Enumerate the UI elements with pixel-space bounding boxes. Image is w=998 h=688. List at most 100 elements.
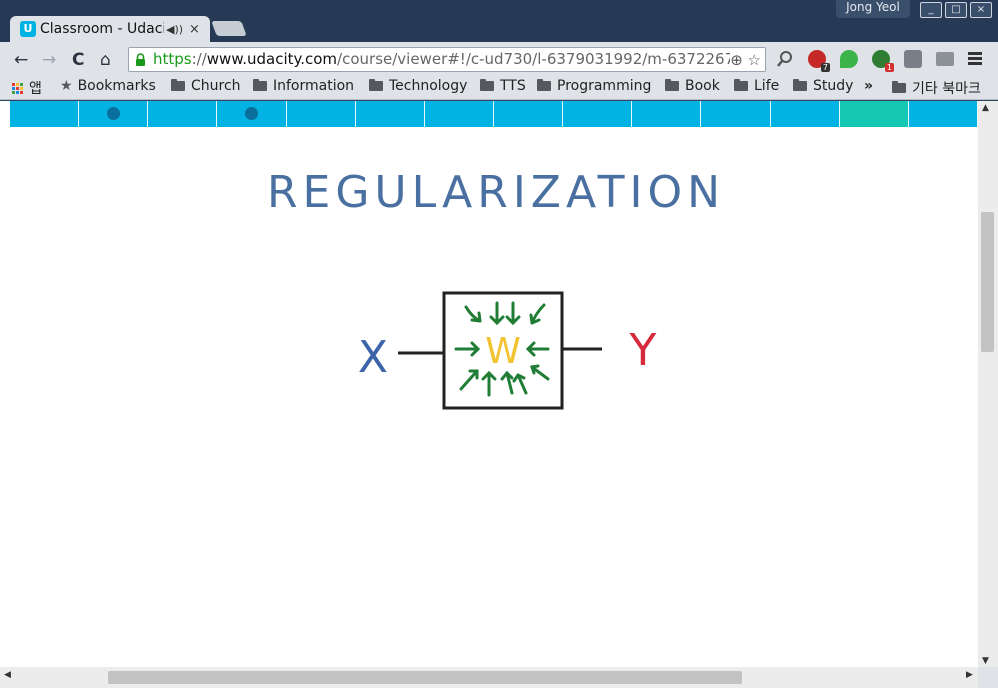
folder-icon <box>665 79 679 91</box>
bookmark-label: 기타 북마크 <box>912 81 981 97</box>
bookmark-bookmarks[interactable]: ★ Bookmarks <box>60 78 156 94</box>
evernote-extension-icon[interactable] <box>840 50 858 68</box>
arrow-top-left <box>464 305 482 323</box>
folder-icon <box>171 79 185 91</box>
toolbar: ← → C ⌂ https://www.udacity.com/course/v… <box>0 42 998 76</box>
adblock-extension-icon[interactable]: 7 <box>808 50 830 72</box>
arrow-right <box>525 341 550 357</box>
back-arrow-icon[interactable]: ← <box>14 50 28 70</box>
tab-title: Classroom - Udacity <box>40 21 164 37</box>
scroll-left-icon[interactable]: ◀ <box>4 670 11 680</box>
tab-close-icon[interactable]: × <box>189 22 200 37</box>
visited-dot-icon <box>245 107 259 120</box>
progress-segment[interactable] <box>839 101 909 127</box>
output-y-label: Y <box>629 325 657 376</box>
arrow-bottom-left <box>459 369 479 391</box>
progress-segment[interactable] <box>425 101 494 127</box>
progress-segment[interactable] <box>701 101 771 127</box>
folder-icon <box>734 79 748 91</box>
lock-icon <box>136 53 145 66</box>
bookmark-life[interactable]: Life <box>734 78 779 94</box>
bookmark-tts[interactable]: TTS <box>480 78 526 94</box>
folder-icon <box>369 79 383 91</box>
maximize-icon[interactable]: □ <box>945 2 967 18</box>
bookmark-study[interactable]: Study <box>793 78 853 94</box>
url-separator: :// <box>191 50 207 68</box>
bookmark-label: Life <box>754 78 780 94</box>
bookmarks-bar: 앱 ★ Bookmarks Church Information Technol… <box>0 76 998 100</box>
speaker-icon: ◀)) <box>166 22 184 36</box>
horizontal-scroll-thumb[interactable] <box>108 671 742 684</box>
scroll-down-icon[interactable]: ▼ <box>982 656 989 666</box>
tools-extension-icon[interactable] <box>936 52 954 66</box>
bookmark-apps[interactable]: 앱 <box>12 78 42 98</box>
screenshot-extension-icon[interactable] <box>904 50 922 68</box>
reload-icon[interactable]: C <box>72 50 84 70</box>
arrow-top-1 <box>489 301 505 326</box>
scroll-right-icon[interactable]: ▶ <box>966 670 973 680</box>
vertical-scroll-thumb[interactable] <box>981 212 994 352</box>
arrow-bottom-2 <box>500 370 514 395</box>
minimize-icon[interactable]: _ <box>920 2 942 18</box>
download-extension-icon[interactable]: 1 <box>872 50 894 72</box>
arrow-bottom-right <box>530 364 550 381</box>
apps-grid-icon <box>12 82 23 94</box>
bookmark-label: Information <box>273 78 355 94</box>
bookmark-church[interactable]: Church <box>171 78 241 94</box>
bookmark-label: Study <box>813 78 854 94</box>
scrollbar-corner <box>978 667 998 688</box>
arrow-top-right <box>529 303 546 325</box>
folder-icon <box>253 79 267 91</box>
bookmark-apps-label: 앱 <box>29 81 42 97</box>
address-bar[interactable]: https://www.udacity.com/course/viewer#!/… <box>128 47 766 72</box>
progress-segment[interactable] <box>79 101 149 127</box>
progress-segment[interactable] <box>217 101 287 127</box>
forward-arrow-icon[interactable]: → <box>42 50 56 70</box>
progress-segment[interactable] <box>287 101 356 127</box>
page-content: REGULARIZATION X Y W <box>0 101 978 667</box>
url-path: /course/viewer#!/c-ud730/l-6379031992/m-… <box>337 50 744 68</box>
bookmark-information[interactable]: Information <box>253 78 354 94</box>
zoom-icon[interactable]: ⊕ <box>730 51 743 69</box>
folder-icon <box>537 79 551 91</box>
vertical-scrollbar[interactable] <box>978 101 998 667</box>
progress-segment[interactable] <box>10 101 80 127</box>
chrome-menu-icon[interactable] <box>968 52 982 67</box>
profile-badge[interactable]: Jong Yeol <box>836 0 910 18</box>
bookmark-star-icon[interactable]: ☆ <box>748 51 761 69</box>
tab-classroom[interactable]: U Classroom - Udacity ◀)) × <box>10 16 210 42</box>
bookmark-label: Technology <box>389 78 468 94</box>
scroll-up-icon[interactable]: ▲ <box>982 103 989 113</box>
bookmark-technology[interactable]: Technology <box>369 78 467 94</box>
visited-dot-icon <box>107 107 121 120</box>
browser-window: U Classroom - Udacity ◀)) × Jong Yeol _ … <box>0 0 998 688</box>
input-x-label: X <box>358 332 388 383</box>
progress-segment[interactable] <box>632 101 702 127</box>
bookmark-other[interactable]: 기타 북마크 <box>892 78 981 98</box>
bookmark-book[interactable]: Book <box>665 78 720 94</box>
new-tab-button[interactable] <box>211 21 247 36</box>
folder-icon <box>480 79 494 91</box>
bookmark-label: Programming <box>557 78 652 94</box>
progress-segment[interactable] <box>771 101 840 127</box>
close-window-icon[interactable]: × <box>970 2 992 18</box>
star-icon: ★ <box>60 78 73 94</box>
bookmark-programming[interactable]: Programming <box>537 78 651 94</box>
sketch-title: REGULARIZATION <box>267 167 725 218</box>
weight-w-label: W <box>485 331 521 372</box>
bookmark-label: Book <box>685 78 720 94</box>
bookmark-overflow-button[interactable]: » <box>864 78 873 94</box>
arrow-bottom-3 <box>512 373 528 395</box>
arrow-left <box>454 341 481 357</box>
bookmark-label: Church <box>191 78 241 94</box>
progress-segment[interactable] <box>563 101 633 127</box>
progress-segment[interactable] <box>494 101 564 127</box>
progress-segment[interactable] <box>148 101 218 127</box>
arrow-top-2 <box>505 301 521 326</box>
progress-segment[interactable] <box>356 101 425 127</box>
bookmark-label: Bookmarks <box>77 78 156 94</box>
home-icon[interactable]: ⌂ <box>100 50 111 70</box>
search-extension-icon[interactable] <box>776 50 794 68</box>
folder-icon <box>793 79 807 91</box>
progress-segment[interactable] <box>909 101 978 127</box>
